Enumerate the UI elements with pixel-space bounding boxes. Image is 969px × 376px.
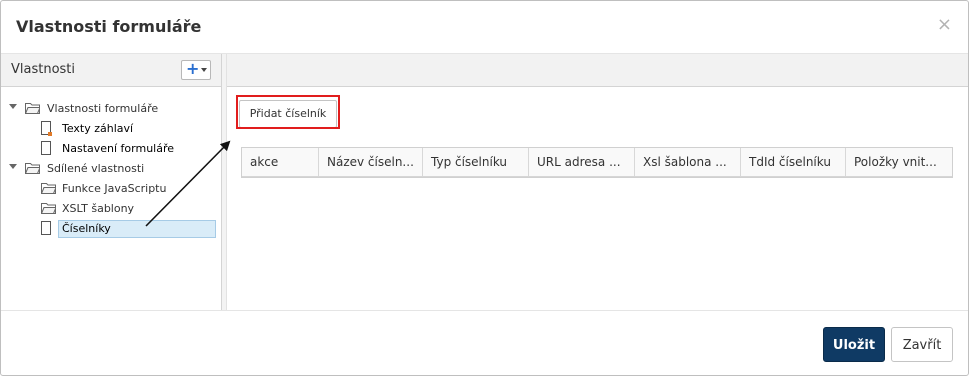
column-header-tdid[interactable]: TdId číselníku: [741, 148, 846, 176]
properties-toolbar: Vlastnosti +: [1, 54, 221, 87]
save-button[interactable]: Uložit: [823, 327, 885, 362]
tree-node-label: Funkce JavaScriptu: [62, 182, 167, 195]
dialog-title: Vlastnosti formuláře: [16, 17, 202, 36]
tree-node-label: Sdílené vlastnosti: [47, 162, 145, 175]
add-dropdown-button[interactable]: +: [181, 60, 211, 80]
tree-node-form-settings[interactable]: Nastavení formuláře: [41, 139, 217, 159]
codelists-grid: akce Název číseln... Typ číselníku URL a…: [241, 147, 953, 178]
tree-node-codelists[interactable]: Číselníky: [41, 219, 217, 239]
column-header-items[interactable]: Položky vnit...: [846, 148, 952, 176]
tree-node-xslt-templates[interactable]: XSLT šablony: [41, 199, 217, 219]
chevron-down-icon[interactable]: [9, 164, 17, 169]
folder-open-icon: [25, 103, 40, 114]
codelists-panel: Přidat číselník akce Název číseln... Typ…: [227, 54, 968, 310]
plus-icon: +: [186, 59, 200, 78]
tree-node-javascript-functions[interactable]: Funkce JavaScriptu: [41, 179, 217, 199]
column-header-url[interactable]: URL adresa ...: [529, 148, 635, 176]
dialog-footer: Uložit Zavřít: [1, 310, 968, 376]
caret-down-icon: [201, 68, 207, 72]
column-header-type[interactable]: Typ číselníku: [423, 148, 529, 176]
properties-title: Vlastnosti: [11, 62, 76, 77]
tree-node-label: Texty záhlaví: [62, 122, 134, 135]
chevron-down-icon[interactable]: [9, 104, 17, 109]
column-header-name[interactable]: Název číseln...: [319, 148, 423, 176]
document-icon: [41, 141, 51, 155]
tree-node-label: Číselníky: [62, 222, 111, 235]
folder-open-icon: [25, 163, 40, 174]
document-icon: [41, 121, 52, 136]
tree-node-label: Nastavení formuláře: [62, 142, 175, 155]
column-header-xsl-template[interactable]: Xsl šablona ...: [635, 148, 741, 176]
add-codelist-highlight-box: [236, 95, 340, 129]
tree-node-label: XSLT šablony: [62, 202, 135, 215]
tree-node-label: Vlastnosti formuláře: [47, 102, 159, 115]
grid-header: akce Název číseln... Typ číselníku URL a…: [242, 148, 952, 177]
dialog-header: Vlastnosti formuláře ×: [1, 1, 968, 54]
tree-node-header-texts[interactable]: Texty záhlaví: [41, 119, 217, 139]
folder-icon: [41, 203, 56, 214]
close-icon[interactable]: ×: [937, 16, 952, 34]
column-header-actions[interactable]: akce: [242, 148, 319, 176]
codelists-toolbar: [227, 54, 968, 87]
tree-node-shared-properties[interactable]: Sdílené vlastnosti: [7, 159, 217, 179]
form-properties-dialog: Vlastnosti formuláře × Vlastnosti + Vlas…: [0, 0, 969, 376]
properties-panel: Vlastnosti + Vlastnosti formuláře Texty …: [1, 54, 222, 310]
document-icon: [41, 221, 51, 235]
folder-icon: [41, 183, 56, 194]
close-button[interactable]: Zavřít: [891, 327, 953, 362]
tree-node-form-properties[interactable]: Vlastnosti formuláře: [7, 99, 217, 119]
